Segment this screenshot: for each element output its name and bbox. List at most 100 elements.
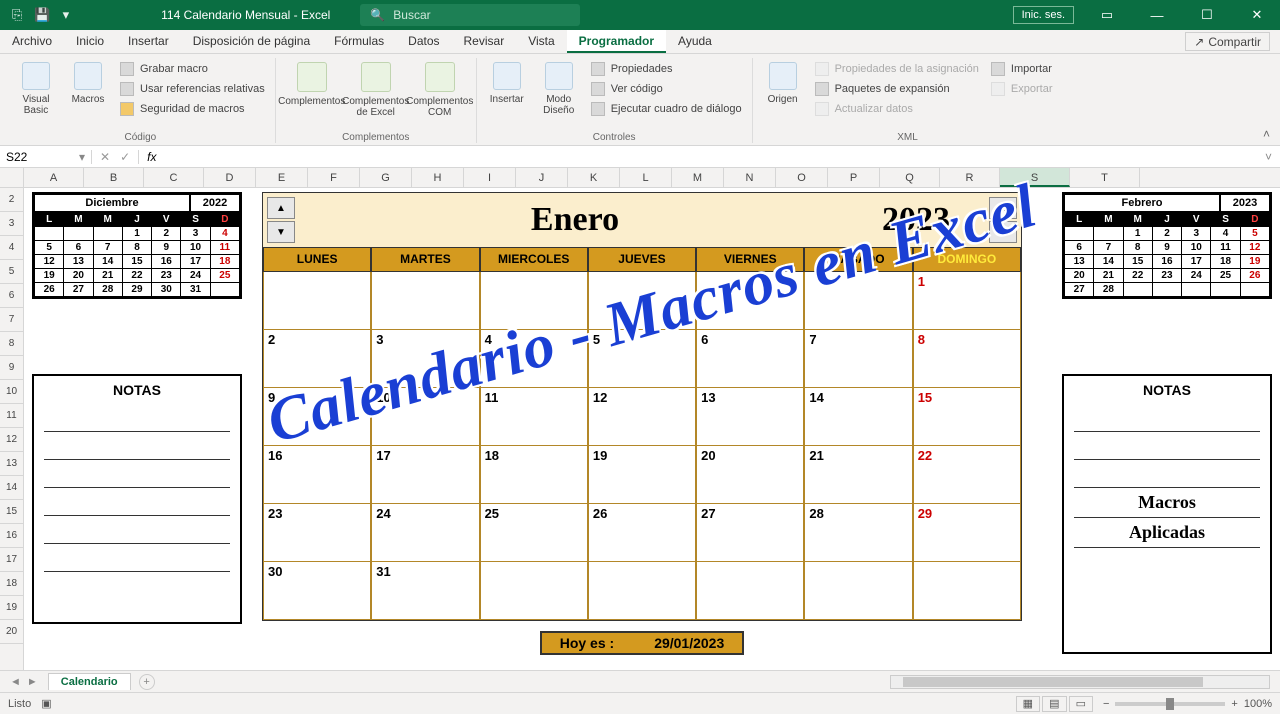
zoom-in-button[interactable]: + (1231, 698, 1237, 710)
page-break-button[interactable]: ▭ (1069, 696, 1093, 712)
day-cell[interactable] (913, 562, 1021, 620)
day-cell[interactable]: 8 (913, 330, 1021, 388)
tab-ayuda[interactable]: Ayuda (666, 30, 724, 53)
day-cell[interactable]: 18 (480, 446, 588, 504)
name-box[interactable]: S22▾ (0, 150, 92, 164)
save-icon[interactable]: 💾 (34, 7, 50, 23)
tab-inicio[interactable]: Inicio (64, 30, 116, 53)
zoom-out-button[interactable]: − (1103, 698, 1109, 710)
year-up-button[interactable]: ▲ (989, 197, 1017, 219)
tab-archivo[interactable]: Archivo (0, 30, 64, 53)
row-header-19[interactable]: 19 (0, 596, 23, 620)
row-header-14[interactable]: 14 (0, 476, 23, 500)
row-header-4[interactable]: 4 (0, 236, 23, 260)
row-header-3[interactable]: 3 (0, 212, 23, 236)
expand-formula-icon[interactable]: ˅ (1257, 150, 1280, 164)
day-cell[interactable]: 28 (804, 504, 912, 562)
xml-export-button[interactable]: Exportar (987, 80, 1057, 98)
day-cell[interactable]: 9 (263, 388, 371, 446)
day-cell[interactable]: 22 (913, 446, 1021, 504)
col-header-G[interactable]: G (360, 168, 412, 187)
minimize-button[interactable]: — (1134, 0, 1180, 30)
sheet-next-icon[interactable]: ► (27, 676, 38, 688)
day-cell[interactable]: 24 (371, 504, 479, 562)
day-cell[interactable]: 6 (696, 330, 804, 388)
day-cell[interactable] (480, 272, 588, 330)
select-all-corner[interactable] (0, 168, 24, 187)
row-header-16[interactable]: 16 (0, 524, 23, 548)
day-cell[interactable]: 23 (263, 504, 371, 562)
day-cell[interactable]: 31 (371, 562, 479, 620)
row-header-7[interactable]: 7 (0, 308, 23, 332)
addins-button[interactable]: Complementos (282, 58, 342, 130)
col-header-L[interactable]: L (620, 168, 672, 187)
xml-refresh-button[interactable]: Actualizar datos (811, 100, 983, 118)
run-dialog-button[interactable]: Ejecutar cuadro de diálogo (587, 100, 746, 118)
horizontal-scrollbar[interactable] (890, 675, 1270, 689)
col-header-J[interactable]: J (516, 168, 568, 187)
row-header-6[interactable]: 6 (0, 284, 23, 308)
day-cell[interactable]: 5 (588, 330, 696, 388)
day-cell[interactable] (588, 272, 696, 330)
day-cell[interactable]: 1 (913, 272, 1021, 330)
add-sheet-button[interactable]: + (139, 674, 155, 690)
day-cell[interactable]: 17 (371, 446, 479, 504)
confirm-formula-icon[interactable]: ✓ (120, 150, 130, 164)
view-code-button[interactable]: Ver código (587, 80, 746, 98)
xml-expansion-button[interactable]: Paquetes de expansión (811, 80, 983, 98)
day-cell[interactable]: 27 (696, 504, 804, 562)
tab-formulas[interactable]: Fórmulas (322, 30, 396, 53)
tab-revisar[interactable]: Revisar (452, 30, 517, 53)
day-cell[interactable] (588, 562, 696, 620)
row-header-9[interactable]: 9 (0, 356, 23, 380)
day-cell[interactable]: 13 (696, 388, 804, 446)
day-cell[interactable] (480, 562, 588, 620)
col-header-Q[interactable]: Q (880, 168, 940, 187)
day-cell[interactable]: 21 (804, 446, 912, 504)
row-header-12[interactable]: 12 (0, 428, 23, 452)
sign-in-button[interactable]: Inic. ses. (1013, 6, 1074, 24)
row-header-5[interactable]: 5 (0, 260, 23, 284)
macros-status-icon[interactable]: ▣ (41, 697, 51, 710)
day-cell[interactable]: 25 (480, 504, 588, 562)
col-header-S[interactable]: S (1000, 168, 1070, 187)
day-cell[interactable]: 3 (371, 330, 479, 388)
record-macro-button[interactable]: Grabar macro (116, 60, 269, 78)
day-cell[interactable] (696, 562, 804, 620)
day-cell[interactable]: 16 (263, 446, 371, 504)
share-button[interactable]: ↗Compartir (1185, 32, 1270, 51)
row-header-8[interactable]: 8 (0, 332, 23, 356)
close-button[interactable]: ✕ (1234, 0, 1280, 30)
normal-view-button[interactable]: ▦ (1016, 696, 1040, 712)
col-header-O[interactable]: O (776, 168, 828, 187)
day-cell[interactable]: 2 (263, 330, 371, 388)
day-cell[interactable] (696, 272, 804, 330)
tab-insertar[interactable]: Insertar (116, 30, 181, 53)
col-header-T[interactable]: T (1070, 168, 1140, 187)
day-cell[interactable] (804, 562, 912, 620)
day-cell[interactable]: 29 (913, 504, 1021, 562)
row-header-11[interactable]: 11 (0, 404, 23, 428)
macro-security-button[interactable]: Seguridad de macros (116, 100, 269, 118)
row-header-18[interactable]: 18 (0, 572, 23, 596)
excel-addins-button[interactable]: Complementos de Excel (346, 58, 406, 130)
tab-disposicion[interactable]: Disposición de página (181, 30, 322, 53)
day-cell[interactable]: 19 (588, 446, 696, 504)
col-header-P[interactable]: P (828, 168, 880, 187)
macros-button[interactable]: Macros (64, 58, 112, 130)
collapse-ribbon-icon[interactable]: ˄ (1263, 127, 1270, 141)
design-mode-button[interactable]: Modo Diseño (535, 58, 583, 130)
col-header-H[interactable]: H (412, 168, 464, 187)
row-header-13[interactable]: 13 (0, 452, 23, 476)
row-header-10[interactable]: 10 (0, 380, 23, 404)
day-cell[interactable]: 4 (480, 330, 588, 388)
day-cell[interactable]: 11 (480, 388, 588, 446)
row-header-20[interactable]: 20 (0, 620, 23, 644)
row-header-15[interactable]: 15 (0, 500, 23, 524)
day-cell[interactable]: 26 (588, 504, 696, 562)
day-cell[interactable] (371, 272, 479, 330)
chevron-down-icon[interactable]: ▾ (79, 150, 85, 164)
properties-button[interactable]: Propiedades (587, 60, 746, 78)
cancel-formula-icon[interactable]: ✕ (100, 150, 110, 164)
col-header-D[interactable]: D (204, 168, 256, 187)
